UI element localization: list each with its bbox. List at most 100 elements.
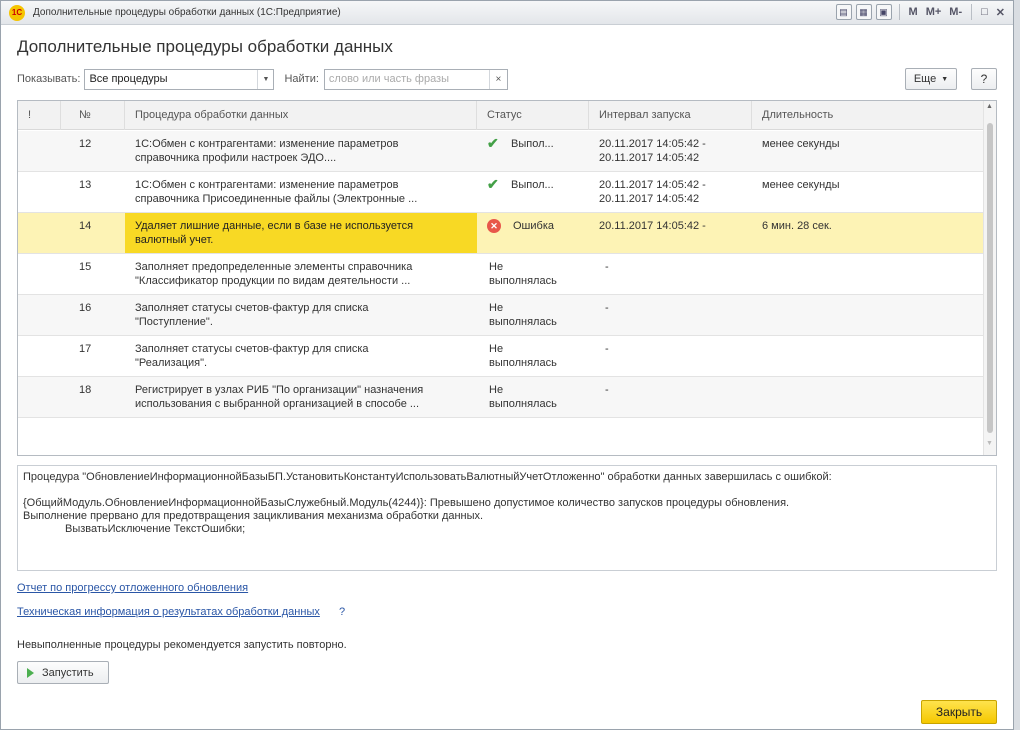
table-row[interactable]: 18 Регистрирует в узлах РИБ "По организац… [18, 377, 984, 418]
cell-number: 15 [79, 261, 92, 273]
cell-interval: - [589, 377, 752, 417]
titlebar-controls: ▤ ▦ ▣ M M+ M- □ ✕ [835, 4, 1007, 20]
chevron-down-icon[interactable]: ▼ [257, 69, 273, 89]
table-row[interactable]: 17 Заполняет статусы счетов-фактур для сп… [18, 336, 984, 377]
cell-procedure: 1С:Обмен с контрагентами: изменение пара… [125, 172, 477, 212]
cell-status: Не выполнялась [477, 295, 589, 335]
cell-interval: 20.11.2017 14:05:42 - [589, 213, 752, 253]
cell-number: 18 [79, 384, 92, 396]
show-select-value: Все процедуры [89, 72, 168, 85]
column-header-procedure[interactable]: Процедура обработки данных [125, 101, 477, 130]
cell-line: 20.11.2017 14:05:42 [599, 152, 700, 164]
more-button-label: Еще [913, 73, 937, 85]
cell-interval: 20.11.2017 14:05:42 - 20.11.2017 14:05:42 [589, 172, 752, 212]
divider [971, 4, 973, 20]
cell-line: выполнялась [489, 316, 557, 328]
cell-procedure: 1С:Обмен с контрагентами: изменение пара… [125, 131, 477, 171]
cell-status: ✔ Выпол... [477, 131, 589, 171]
column-header-duration[interactable]: Длительность [752, 101, 984, 130]
scroll-up-icon[interactable]: ▲ [986, 103, 993, 110]
show-label: Показывать: [17, 73, 81, 85]
column-header-status[interactable]: Статус [477, 101, 589, 130]
maximize-icon[interactable]: □ [979, 6, 990, 18]
scrollbar-thumb[interactable] [987, 123, 993, 433]
print-icon[interactable]: ▤ [835, 4, 852, 20]
cell-procedure: Регистрирует в узлах РИБ "По организации… [125, 377, 477, 417]
cell-priority [18, 213, 61, 253]
help-button[interactable]: ? [971, 68, 997, 90]
chevron-down-icon: ▼ [941, 75, 949, 83]
tech-info-link[interactable]: Техническая информация о результатах обр… [17, 606, 320, 618]
checkmark-icon: ✔ [487, 176, 499, 192]
cell-duration [752, 254, 984, 294]
more-button[interactable]: Еще ▼ [905, 68, 957, 90]
vertical-scrollbar[interactable]: ▲ ▼ [983, 101, 996, 455]
cell-line: Регистрирует в узлах РИБ "По организации… [135, 384, 424, 396]
cell-status: Не выполнялась [477, 336, 589, 376]
memory-plus-button[interactable]: M+ [924, 6, 944, 18]
search-input[interactable]: слово или часть фразы [325, 70, 489, 89]
cell-interval: - [589, 295, 752, 335]
table-row[interactable]: 15 Заполняет предопределенные элементы сп… [18, 254, 984, 295]
cell-line: Не [489, 384, 504, 396]
cell-line: Ошибка [513, 220, 554, 232]
column-header-priority[interactable]: ! [18, 101, 61, 130]
cell-duration: менее секунды [762, 179, 840, 191]
memory-minus-button[interactable]: M- [947, 6, 964, 18]
checkmark-icon: ✔ [487, 135, 499, 151]
status-text: Выпол... [509, 178, 554, 192]
cell-priority [18, 254, 61, 294]
cell-line: Выпол... [511, 138, 554, 150]
clear-icon[interactable]: × [488, 69, 507, 89]
column-header-number[interactable]: № [61, 101, 125, 130]
error-message-line: ВызватьИсключение ТекстОшибки; [65, 523, 246, 535]
cell-procedure: Заполняет статусы счетов-фактур для спис… [125, 336, 477, 376]
cell-line: - [605, 343, 609, 355]
table-icon[interactable]: ▦ [855, 4, 872, 20]
memory-m-button[interactable]: M [907, 6, 920, 18]
cell-interval: - [589, 254, 752, 294]
cell-line: Заполняет статусы счетов-фактур для спис… [135, 343, 369, 355]
cell-number: 13 [79, 179, 92, 191]
cell-line: 20.11.2017 14:05:42 [599, 193, 700, 205]
close-icon[interactable]: ✕ [994, 6, 1007, 19]
cell-line: справочника профили настроек ЭДО.... [135, 152, 337, 164]
table-row[interactable]: 16 Заполняет статусы счетов-фактур для сп… [18, 295, 984, 336]
run-button-label: Запустить [42, 666, 94, 679]
close-button[interactable]: Закрыть [921, 700, 997, 724]
cell-priority [18, 131, 61, 171]
cell-status: Не выполнялась [477, 254, 589, 294]
cell-line: - [605, 302, 609, 314]
table-row[interactable]: 13 1С:Обмен с контрагентами: изменение па… [18, 172, 984, 213]
titlebar: 1С Дополнительные процедуры обработки да… [1, 1, 1013, 25]
cell-line: валютный учет. [135, 234, 214, 246]
run-button[interactable]: Запустить [17, 661, 109, 684]
cell-number: 17 [79, 343, 92, 355]
scroll-down-icon[interactable]: ▼ [986, 440, 993, 447]
calendar-icon[interactable]: ▣ [875, 4, 892, 20]
cell-priority [18, 377, 61, 417]
tech-info-help-icon[interactable]: ? [339, 606, 345, 618]
cell-line: 20.11.2017 14:05:42 - [599, 220, 706, 232]
cell-status: ✕ Ошибка [477, 213, 589, 253]
cell-line: Удаляет лишние данные, если в базе не ис… [135, 220, 414, 232]
status-text: Не выполнялась [487, 342, 557, 370]
table-row[interactable]: 14 Удаляет лишние данные, если в базе не … [18, 213, 984, 254]
cell-line: "Поступление". [135, 316, 213, 328]
cell-duration [752, 377, 984, 417]
cell-procedure: Заполняет предопределенные элементы спра… [125, 254, 477, 294]
cell-line: "Классификатор продукции по видам деятел… [135, 275, 411, 287]
window-title: Дополнительные процедуры обработки данны… [33, 7, 341, 18]
column-header-interval[interactable]: Интервал запуска [589, 101, 752, 130]
progress-report-link[interactable]: Отчет по прогрессу отложенного обновлени… [17, 582, 248, 594]
cell-priority [18, 295, 61, 335]
status-text: Не выполнялась [487, 301, 557, 329]
search-field[interactable]: слово или часть фразы × [323, 68, 508, 90]
cell-status: Не выполнялась [477, 377, 589, 417]
cell-line: 1С:Обмен с контрагентами: изменение пара… [135, 138, 399, 150]
show-select[interactable]: Все процедуры ▼ [84, 68, 275, 90]
app-window: 1С Дополнительные процедуры обработки да… [0, 0, 1014, 730]
table-row[interactable]: 12 1С:Обмен с контрагентами: изменение па… [18, 131, 984, 172]
cell-procedure: Заполняет статусы счетов-фактур для спис… [125, 295, 477, 335]
cell-line: использования с выбранной организацией в… [135, 398, 420, 410]
